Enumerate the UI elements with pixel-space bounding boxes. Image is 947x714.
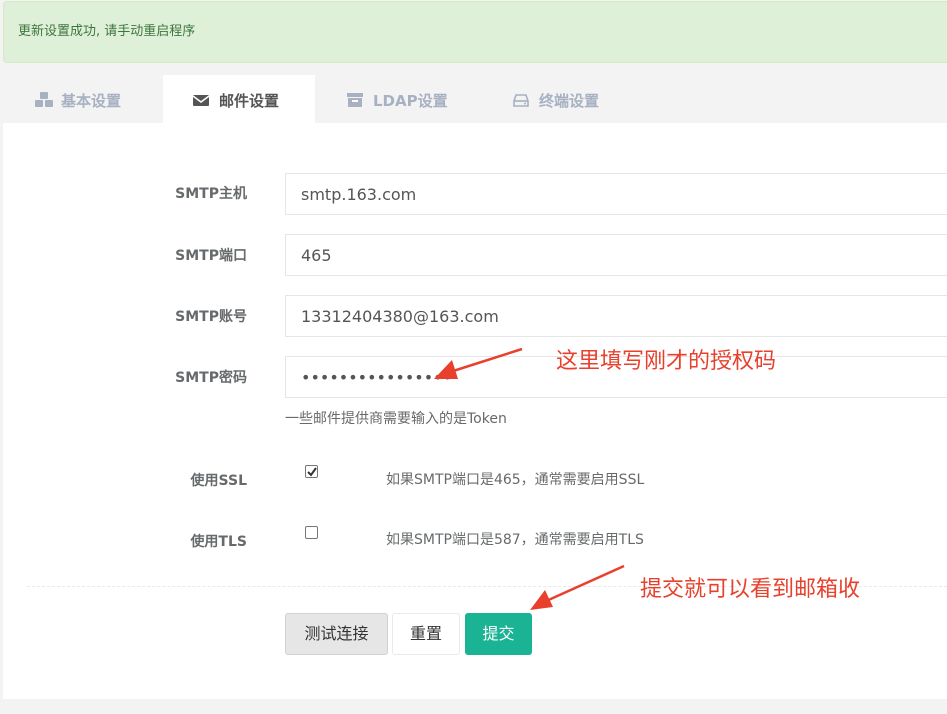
annotation-arrows [434,347,625,610]
arrow-to-password-icon [434,347,523,379]
page-bottom-gutter [0,699,947,714]
arrow-to-submit-icon [530,564,625,610]
